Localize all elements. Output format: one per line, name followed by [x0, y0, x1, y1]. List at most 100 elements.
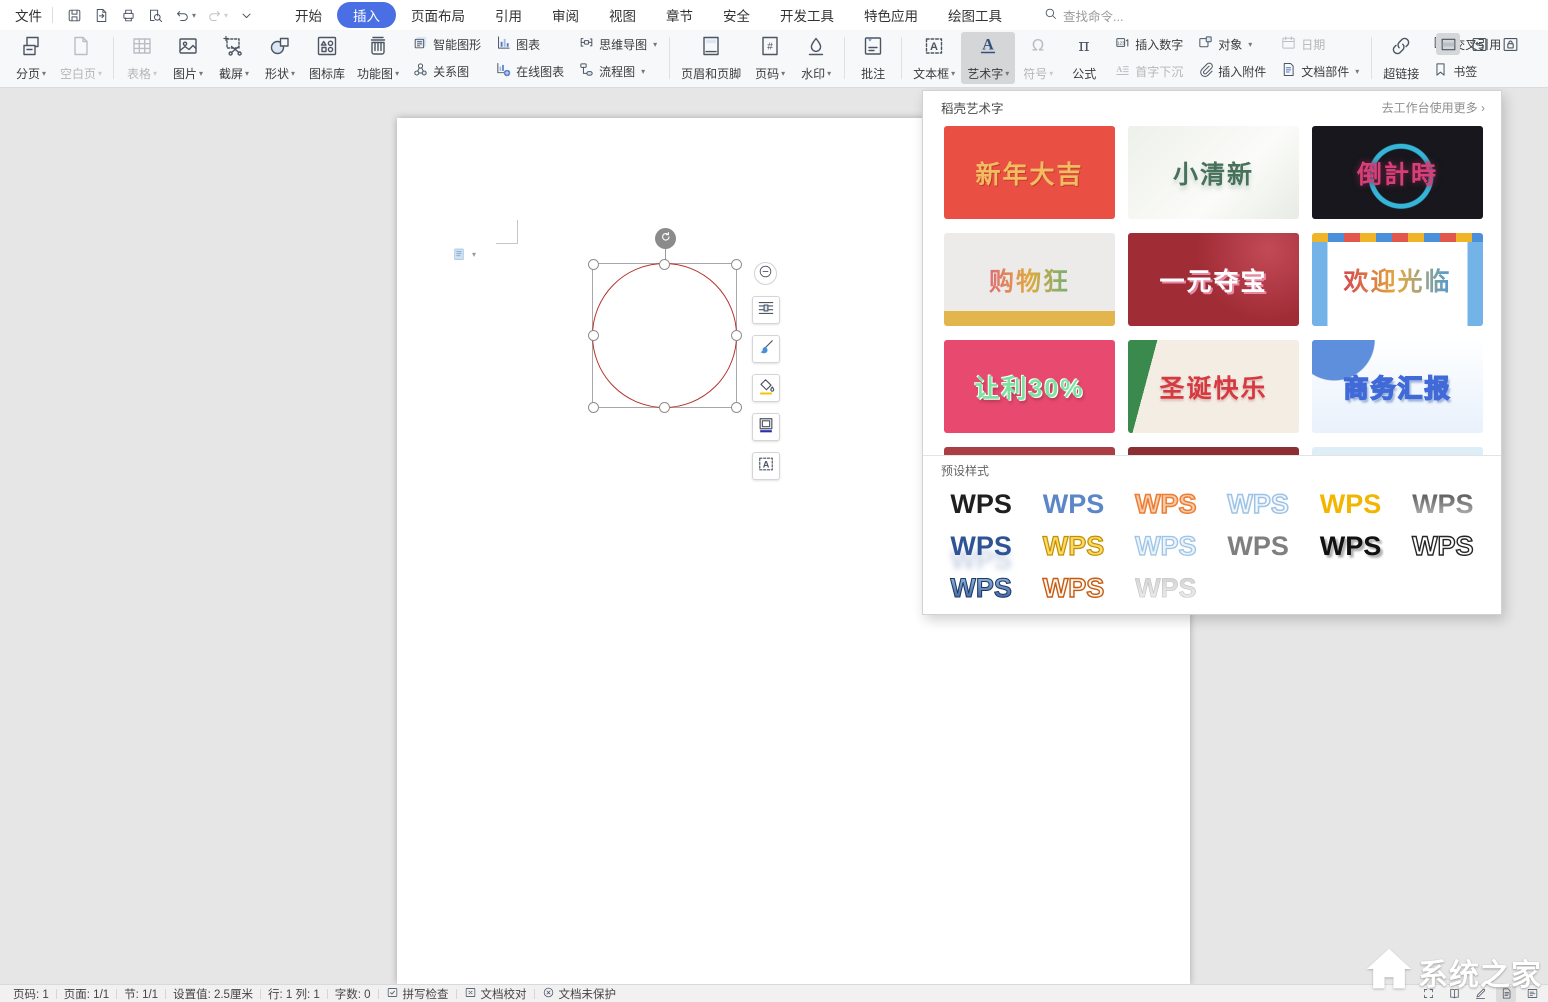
preset-style-9[interactable]: WPS — [1120, 525, 1212, 567]
tab-插入[interactable]: 插入 — [337, 2, 396, 28]
ribbon-button-空白页[interactable]: 空白页▾ — [54, 32, 108, 84]
export-button[interactable] — [90, 5, 113, 26]
wordart-thumbnail[interactable]: 一元夺宝 — [1128, 233, 1299, 326]
lock-tool-button[interactable] — [1498, 33, 1522, 55]
resize-handle[interactable] — [659, 402, 670, 413]
ribbon-button-分页[interactable]: 分页▾ — [8, 32, 54, 84]
ribbon-button-智能图形[interactable]: 智能图形 — [408, 32, 485, 56]
ribbon-button-文本框[interactable]: A文本框▾ — [907, 32, 961, 84]
outline-style-button[interactable] — [752, 413, 780, 441]
preset-style-1[interactable]: WPS — [935, 483, 1027, 525]
save-button[interactable] — [63, 5, 86, 26]
print-button[interactable] — [117, 5, 140, 26]
ribbon-button-图表[interactable]: 图表 — [491, 32, 568, 56]
wordart-thumbnail[interactable]: 欢迎光临 — [1312, 233, 1483, 326]
resize-handle[interactable] — [588, 330, 599, 341]
ribbon-button-流程图[interactable]: 流程图▾ — [574, 59, 661, 83]
reset-tool-button[interactable] — [1467, 33, 1491, 55]
preset-style-15[interactable]: WPS — [1120, 567, 1212, 609]
ribbon-button-页码[interactable]: #页码▾ — [747, 32, 793, 84]
ribbon-button-页眉和页脚[interactable]: 页眉和页脚 — [675, 32, 747, 84]
tab-开始[interactable]: 开始 — [280, 2, 337, 28]
ribbon-button-对象[interactable]: 对象▾ — [1193, 32, 1270, 56]
ribbon-button-水印[interactable]: 水印▾ — [793, 32, 839, 84]
tab-安全[interactable]: 安全 — [708, 2, 765, 28]
ribbon-button-形状[interactable]: 形状▾ — [257, 32, 303, 84]
preset-style-7[interactable]: WPS — [935, 525, 1027, 567]
wordart-thumbnail[interactable]: 新年大吉 — [944, 126, 1115, 219]
tab-页面布局[interactable]: 页面布局 — [396, 2, 480, 28]
status-item[interactable]: 文档校对 — [457, 986, 534, 1002]
wordart-thumbnail-partial[interactable] — [1312, 447, 1483, 455]
print-preview-button[interactable] — [144, 5, 167, 26]
preset-style-3[interactable]: WPS — [1120, 483, 1212, 525]
ribbon-button-艺术字[interactable]: A艺术字▾ — [961, 32, 1015, 84]
ribbon-button-在线图表[interactable]: 在线图表 — [491, 59, 568, 83]
status-item[interactable]: 设置值: 2.5厘米 — [166, 986, 260, 1002]
ribbon-button-插入附件[interactable]: 插入附件 — [1193, 59, 1270, 83]
tab-视图[interactable]: 视图 — [594, 2, 651, 28]
read-mode-button[interactable] — [1444, 986, 1464, 1002]
fullscreen-button[interactable] — [1418, 986, 1438, 1002]
ribbon-button-批注[interactable]: *批注 — [850, 32, 896, 84]
format-brush-button[interactable] — [752, 335, 780, 363]
resize-handle[interactable] — [588, 402, 599, 413]
ribbon-button-关系图[interactable]: 关系图 — [408, 59, 485, 83]
status-item[interactable]: 页面: 1/1 — [57, 986, 116, 1002]
preset-style-11[interactable]: WPS — [1304, 525, 1396, 567]
status-item[interactable]: 拼写检查 — [379, 986, 456, 1002]
shape-selection-box[interactable] — [592, 263, 737, 408]
wordart-thumbnail[interactable]: 小清新 — [1128, 126, 1299, 219]
wordart-more-link[interactable]: 去工作台使用更多 › — [1382, 99, 1485, 116]
ribbon-button-插入数字[interactable]: 123插入数字 — [1110, 32, 1187, 56]
ribbon-button-图标库[interactable]: 图标库 — [303, 32, 351, 84]
wordart-thumbnail[interactable]: 倒計時 — [1312, 126, 1483, 219]
status-item[interactable]: 文档未保护 — [535, 986, 624, 1002]
resize-handle[interactable] — [731, 402, 742, 413]
resize-handle[interactable] — [659, 259, 670, 270]
ribbon-button-表格[interactable]: 表格▾ — [119, 32, 165, 84]
preset-style-6[interactable]: WPS — [1397, 483, 1489, 525]
wordart-thumbnail[interactable]: 商务汇报 — [1312, 340, 1483, 433]
write-mode-button[interactable] — [1470, 986, 1490, 1002]
ribbon-button-超链接[interactable]: 超链接 — [1377, 32, 1425, 84]
tab-开发工具[interactable]: 开发工具 — [765, 2, 849, 28]
red-circle-shape[interactable] — [592, 263, 737, 408]
file-menu-button[interactable]: 文件 — [10, 5, 42, 25]
wordart-thumbnail[interactable]: 购物狂 — [944, 233, 1115, 326]
undo-button[interactable]: ▾ — [171, 5, 199, 26]
redo-button[interactable]: ▾ — [203, 5, 231, 26]
resize-handle[interactable] — [731, 330, 742, 341]
wordart-thumbnail[interactable]: 圣诞快乐 — [1128, 340, 1299, 433]
command-search[interactable]: 查找命令... — [1043, 6, 1123, 25]
collapse-toolbar-button[interactable] — [754, 262, 777, 285]
resize-handle[interactable] — [731, 259, 742, 270]
layout-options-button[interactable] — [752, 296, 780, 324]
ribbon-button-书签[interactable]: 书签 — [1428, 59, 1505, 83]
fill-color-button[interactable] — [752, 374, 780, 402]
ribbon-button-截屏[interactable]: 截屏▾ — [211, 32, 257, 84]
preset-style-10[interactable]: WPS — [1212, 525, 1304, 567]
preset-style-8[interactable]: WPS — [1027, 525, 1119, 567]
outline-view-button[interactable] — [1522, 986, 1542, 1002]
wordart-thumbnail-partial[interactable] — [1128, 447, 1299, 455]
preset-style-12[interactable]: WPS — [1397, 525, 1489, 567]
status-item[interactable]: 节: 1/1 — [117, 986, 165, 1002]
status-item[interactable]: 页码: 1 — [6, 986, 56, 1002]
status-item[interactable]: 字数: 0 — [328, 986, 378, 1002]
tab-审阅[interactable]: 审阅 — [537, 2, 594, 28]
wordart-thumbnail[interactable]: 让利30% — [944, 340, 1115, 433]
ribbon-button-符号[interactable]: Ω符号▾ — [1015, 32, 1061, 84]
ribbon-button-首字下沉[interactable]: A首字下沉 — [1110, 59, 1187, 83]
add-text-button[interactable]: A — [752, 452, 780, 480]
quickbar-more-button[interactable] — [235, 5, 258, 26]
preset-style-14[interactable]: WPS — [1027, 567, 1119, 609]
ribbon-button-功能图[interactable]: 功能图▾ — [351, 32, 405, 84]
preset-style-2[interactable]: WPS — [1027, 483, 1119, 525]
page-view-button[interactable] — [1496, 986, 1516, 1002]
rotate-handle[interactable] — [655, 228, 676, 249]
tab-特色应用[interactable]: 特色应用 — [849, 2, 933, 28]
preset-style-13[interactable]: WPS — [935, 567, 1027, 609]
tab-引用[interactable]: 引用 — [480, 2, 537, 28]
tab-章节[interactable]: 章节 — [651, 2, 708, 28]
